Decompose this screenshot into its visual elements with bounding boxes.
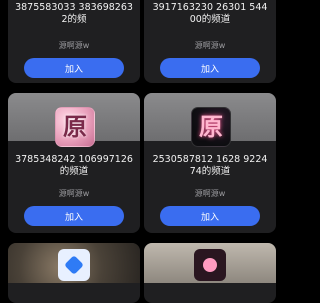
channel-card[interactable] (8, 243, 140, 303)
channel-title: 3875583033 3836982632的频 (15, 2, 133, 25)
join-button[interactable]: 加入 (24, 206, 124, 226)
pink-app-icon (194, 249, 226, 281)
channel-card[interactable]: 原 2530587812 1628 922474的频道 源啊源w 加入 (144, 93, 276, 233)
channel-owner: 源啊源w (194, 41, 226, 50)
join-button[interactable]: 加入 (24, 58, 124, 78)
channel-owner: 源啊源w (194, 189, 226, 198)
channel-title: 3785348242 106997126的频道 (15, 154, 133, 177)
channel-owner: 源啊源w (58, 41, 90, 50)
channel-owner: 源啊源w (58, 189, 90, 198)
channel-avatar: 原 (191, 107, 231, 147)
avatar-glyph: 原 (199, 112, 223, 141)
avatar-glyph: 原 (63, 112, 87, 141)
channel-card[interactable]: 原 3785348242 106997126的频道 源啊源w 加入 (8, 93, 140, 233)
join-button[interactable]: 加入 (160, 206, 260, 226)
join-button[interactable]: 加入 (160, 58, 260, 78)
channel-card[interactable]: 3875583033 3836982632的频 源啊源w 加入 (8, 0, 140, 83)
channel-title: 2530587812 1628 922474的频道 (152, 154, 268, 177)
channel-title: 3917163230 26301 54400的频道 (152, 2, 268, 25)
blue-shield-icon (58, 249, 90, 281)
channel-card[interactable] (144, 243, 276, 303)
channel-avatar: 原 (55, 107, 95, 147)
channel-card[interactable]: 3917163230 26301 54400的频道 源啊源w 加入 (144, 0, 276, 83)
